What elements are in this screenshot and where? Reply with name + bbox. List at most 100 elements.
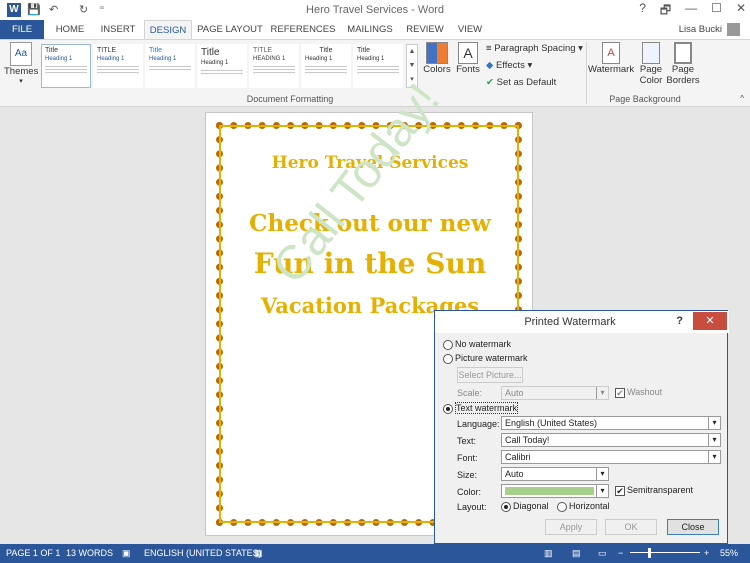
tab-page-layout[interactable]: PAGE LAYOUT xyxy=(196,20,264,39)
style-set-1[interactable]: Title Heading 1 xyxy=(41,44,91,88)
text-watermark-radio[interactable] xyxy=(443,403,453,414)
dialog-title: Printed Watermark xyxy=(524,316,616,328)
style-set-2[interactable]: TITLE Heading 1 xyxy=(93,44,143,88)
text-combo[interactable]: Call Today! ▾ xyxy=(501,433,721,447)
horizontal-option[interactable]: Horizontal xyxy=(557,501,610,512)
effects-icon: ◆ xyxy=(486,60,496,71)
page-count[interactable]: PAGE 1 OF 1 xyxy=(6,548,60,558)
page-borders-button[interactable]: Page Borders xyxy=(666,42,700,86)
close-window-button[interactable]: ✕ xyxy=(736,1,746,22)
semitransparent-option[interactable]: ✔ Semitransparent xyxy=(615,485,693,496)
style-set-5[interactable]: TITLE HEADING 1 xyxy=(249,44,299,88)
style-set-7[interactable]: Title Heading 1 xyxy=(353,44,403,88)
horizontal-radio[interactable] xyxy=(557,501,567,512)
picture-watermark-option[interactable]: Picture watermark xyxy=(443,353,528,364)
tab-review[interactable]: REVIEW xyxy=(402,20,448,39)
ribbon-tabs: FILE HOME INSERT DESIGN PAGE LAYOUT REFE… xyxy=(0,20,750,39)
zoom-slider-thumb[interactable] xyxy=(648,548,651,558)
language-status[interactable]: ENGLISH (UNITED STATES) xyxy=(144,548,262,558)
language-select[interactable]: English (United States) ▾ xyxy=(501,416,721,430)
collapse-ribbon-icon[interactable]: ^ xyxy=(740,94,744,103)
help-icon[interactable]: ? xyxy=(639,1,646,22)
dialog-close-icon[interactable]: ✕ xyxy=(693,312,727,330)
ok-button[interactable]: OK xyxy=(605,519,657,535)
zoom-out-icon[interactable]: − xyxy=(618,548,623,558)
tab-insert[interactable]: INSERT xyxy=(96,20,140,39)
web-layout-icon[interactable]: ▭ xyxy=(598,548,607,559)
effects-button[interactable]: ◆ Effects ▾ xyxy=(486,60,532,71)
ribbon-display-icon[interactable]: 🗗 xyxy=(660,1,671,22)
colors-icon xyxy=(426,42,448,64)
style-set-title: TITLE xyxy=(97,47,117,54)
scale-value: Auto xyxy=(505,388,524,398)
text-watermark-option[interactable]: Text watermark xyxy=(443,402,519,414)
dialog-help-icon[interactable]: ? xyxy=(676,315,683,327)
page-color-button[interactable]: Page Color xyxy=(636,42,666,86)
group-page-background: Page Background xyxy=(609,94,681,104)
semitransparent-checkbox[interactable]: ✔ xyxy=(615,485,625,496)
style-set-heading: Heading 1 xyxy=(149,56,177,62)
color-select[interactable]: ▾ xyxy=(501,484,609,498)
themes-icon: Aa xyxy=(10,42,32,66)
proofing-icon[interactable]: ▣ xyxy=(122,548,131,559)
text-value: Call Today! xyxy=(505,435,550,445)
tab-view[interactable]: VIEW xyxy=(452,20,488,39)
minimize-button[interactable]: — xyxy=(685,1,697,22)
no-watermark-radio[interactable] xyxy=(443,339,453,350)
font-select[interactable]: Calibri ▾ xyxy=(501,450,721,464)
chevron-down-icon: ▾ xyxy=(708,434,720,446)
print-layout-icon[interactable]: ▤ xyxy=(572,548,581,559)
no-watermark-label: No watermark xyxy=(455,339,512,349)
maximize-button[interactable]: ☐ xyxy=(711,1,722,22)
washout-option[interactable]: ✔ Washout xyxy=(615,387,662,398)
tab-file[interactable]: FILE xyxy=(0,20,44,39)
watermark-button[interactable]: A Watermark xyxy=(588,42,634,75)
user-name[interactable]: Lisa Bucki xyxy=(679,24,722,35)
page-color-label: Page Color xyxy=(639,64,663,86)
tab-home[interactable]: HOME xyxy=(48,20,92,39)
themes-button[interactable]: Aa Themes ▾ xyxy=(4,42,38,85)
select-picture-button[interactable]: Select Picture... xyxy=(457,367,523,383)
size-select[interactable]: Auto ▾ xyxy=(501,467,609,481)
language-value: English (United States) xyxy=(505,418,598,428)
diagonal-radio[interactable] xyxy=(501,501,511,512)
chevron-down-icon: ▾ xyxy=(596,387,608,399)
font-value: Calibri xyxy=(505,452,531,462)
scale-select[interactable]: Auto ▾ xyxy=(501,386,609,400)
apply-button[interactable]: Apply xyxy=(545,519,597,535)
washout-checkbox[interactable]: ✔ xyxy=(615,387,625,398)
set-as-default-button[interactable]: ✔ Set as Default xyxy=(486,77,556,88)
zoom-level[interactable]: 55% xyxy=(720,548,738,558)
tab-mailings[interactable]: MAILINGS xyxy=(342,20,398,39)
paragraph-spacing-icon: ≡ xyxy=(486,43,495,54)
watermark-icon: A xyxy=(602,42,620,64)
scale-label: Scale: xyxy=(457,388,483,398)
word-count[interactable]: 13 WORDS xyxy=(66,548,113,558)
zoom-in-icon[interactable]: + xyxy=(704,548,709,558)
style-set-3[interactable]: Title Heading 1 xyxy=(145,44,195,88)
avatar[interactable] xyxy=(727,23,740,36)
diagonal-option[interactable]: Diagonal xyxy=(501,501,549,512)
size-value: Auto xyxy=(505,469,524,479)
paragraph-spacing-button[interactable]: ≡ Paragraph Spacing ▾ xyxy=(486,43,583,54)
macro-icon[interactable]: ▦ xyxy=(254,548,263,559)
chevron-down-icon: ▾ xyxy=(708,417,720,429)
semitransparent-label: Semitransparent xyxy=(627,485,694,495)
colors-button[interactable]: Colors xyxy=(422,42,452,75)
no-watermark-option[interactable]: No watermark xyxy=(443,339,511,350)
paragraph-spacing-label: Paragraph Spacing xyxy=(494,43,576,54)
ribbon-divider xyxy=(586,42,587,104)
zoom-slider[interactable] xyxy=(630,552,700,553)
style-set-4[interactable]: Title Heading 1 xyxy=(197,44,247,88)
color-swatch xyxy=(505,487,594,495)
tab-references[interactable]: REFERENCES xyxy=(268,20,338,39)
style-set-heading: Heading 1 xyxy=(97,56,125,62)
style-set-6[interactable]: Title Heading 1 xyxy=(301,44,351,88)
read-mode-icon[interactable]: ▥ xyxy=(544,548,553,559)
fonts-button[interactable]: A Fonts xyxy=(454,42,482,75)
style-set-heading: Heading 1 xyxy=(357,56,385,62)
picture-watermark-radio[interactable] xyxy=(443,353,453,364)
close-button[interactable]: Close xyxy=(667,519,719,535)
style-set-heading: Heading 1 xyxy=(201,60,229,66)
tab-design[interactable]: DESIGN xyxy=(144,20,192,39)
